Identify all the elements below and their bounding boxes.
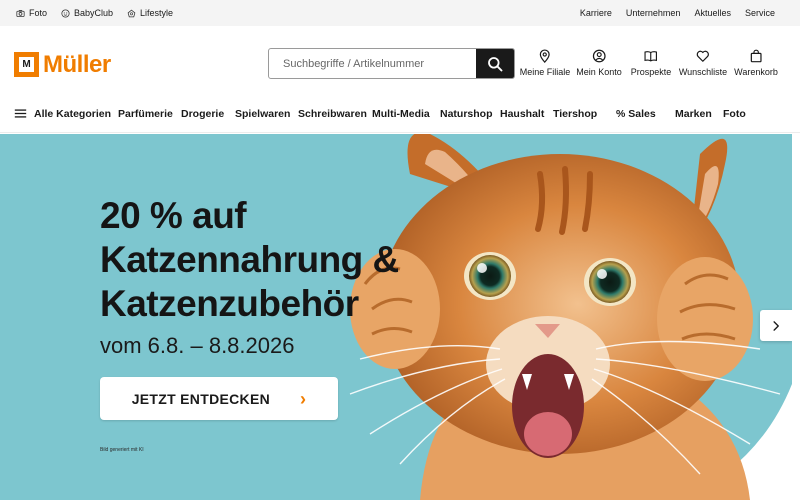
main-header: M Müller Meine Filiale Mein Konto Prospe… (0, 26, 800, 96)
carousel-next-button[interactable] (760, 310, 792, 341)
user-icon (592, 49, 606, 63)
camera-icon (16, 9, 25, 17)
search-input[interactable] (269, 49, 476, 78)
nav-item-naturshop[interactable]: Naturshop (440, 108, 493, 120)
nav-item-tiershop[interactable]: Tiershop (553, 108, 597, 120)
chevron-right-icon (773, 320, 779, 331)
ai-image-disclaimer: Bild generiert mit KI (100, 447, 144, 453)
jetzt-entdecken-button[interactable]: JETZT ENTDECKEN › (100, 377, 338, 420)
utility-link-lifestyle[interactable]: Lifestyle (127, 8, 173, 18)
utility-link-label: Foto (29, 8, 48, 18)
hero-banner[interactable]: 20 % auf Katzennahrung & Katzenzubehör v… (0, 134, 792, 500)
prospekte-button[interactable]: Prospekte (630, 49, 672, 77)
heart-icon (696, 50, 710, 62)
nav-item-marken[interactable]: Marken (675, 108, 712, 120)
utility-link-label: BabyClub (74, 8, 114, 18)
nav-item-schreibwaren[interactable]: Schreibwaren (298, 108, 367, 120)
hamburger-icon (14, 109, 27, 118)
logo-mark-letter: M (19, 57, 34, 72)
utility-links-right: Karriere Unternehmen Aktuelles Service (580, 0, 775, 26)
hero-headline-line: 20 % auf (100, 195, 247, 236)
nav-item-foto[interactable]: Foto (723, 108, 746, 120)
warenkorb-button[interactable]: Warenkorb (734, 49, 778, 77)
nav-item-drogerie[interactable]: Drogerie (181, 108, 224, 120)
action-label: Wunschliste (678, 67, 728, 77)
logo-mark: M (14, 52, 39, 77)
action-label: Meine Filiale (519, 67, 571, 77)
utility-link-label: Lifestyle (140, 8, 174, 18)
mueller-logo[interactable]: M Müller (14, 52, 111, 77)
nav-item-multi-media[interactable]: Multi-Media (372, 108, 430, 120)
action-label: Warenkorb (734, 67, 778, 77)
utility-link-foto[interactable]: Foto (16, 8, 47, 18)
search-button[interactable] (476, 49, 514, 78)
wunschliste-button[interactable]: Wunschliste (679, 49, 727, 77)
category-nav: Alle Kategorien Parfümerie Drogerie Spie… (0, 96, 800, 133)
search-icon (488, 56, 503, 71)
baby-face-icon (61, 8, 70, 18)
meine-filiale-button[interactable]: Meine Filiale (519, 49, 571, 77)
utility-links-left: Foto BabyClub Lifestyle (16, 0, 173, 26)
utility-link-service[interactable]: Service (745, 8, 775, 18)
utility-link-unternehmen[interactable]: Unternehmen (626, 8, 681, 18)
all-categories-label: Alle Kategorien (34, 107, 112, 120)
hero-headline-line: Katzenzubehör (100, 283, 359, 324)
nav-item-haushalt[interactable]: Haushalt (500, 108, 544, 120)
lifestyle-icon (127, 9, 136, 17)
logo-wordmark: Müller (43, 50, 111, 78)
nav-item-spielwaren[interactable]: Spielwaren (235, 108, 290, 120)
hero-headline: 20 % auf Katzennahrung & Katzenzubehör (100, 194, 399, 326)
utility-link-aktuelles[interactable]: Aktuelles (694, 8, 731, 18)
action-label: Prospekte (630, 67, 672, 77)
nav-item-sales[interactable]: % Sales (616, 108, 656, 120)
hero-date-range: vom 6.8. – 8.8.2026 (100, 333, 295, 358)
cta-label: JETZT ENTDECKEN (131, 390, 270, 407)
search-bar (268, 48, 515, 79)
open-book-icon (644, 51, 658, 62)
utility-bar: Foto BabyClub Lifestyle Karriere Unterne… (0, 0, 800, 26)
hero-headline-line: Katzennahrung & (100, 239, 399, 280)
shopping-bag-icon (750, 49, 762, 63)
utility-link-karriere[interactable]: Karriere (580, 8, 612, 18)
mein-konto-button[interactable]: Mein Konto (576, 49, 622, 77)
location-pin-icon (540, 49, 550, 63)
action-label: Mein Konto (576, 67, 622, 77)
chevron-right-icon: › (300, 388, 307, 409)
utility-link-babyclub[interactable]: BabyClub (61, 8, 113, 18)
page-scroll-gutter (792, 134, 800, 500)
all-categories-menu[interactable]: Alle Kategorien (14, 107, 111, 120)
nav-item-parfuemerie[interactable]: Parfümerie (118, 108, 173, 120)
